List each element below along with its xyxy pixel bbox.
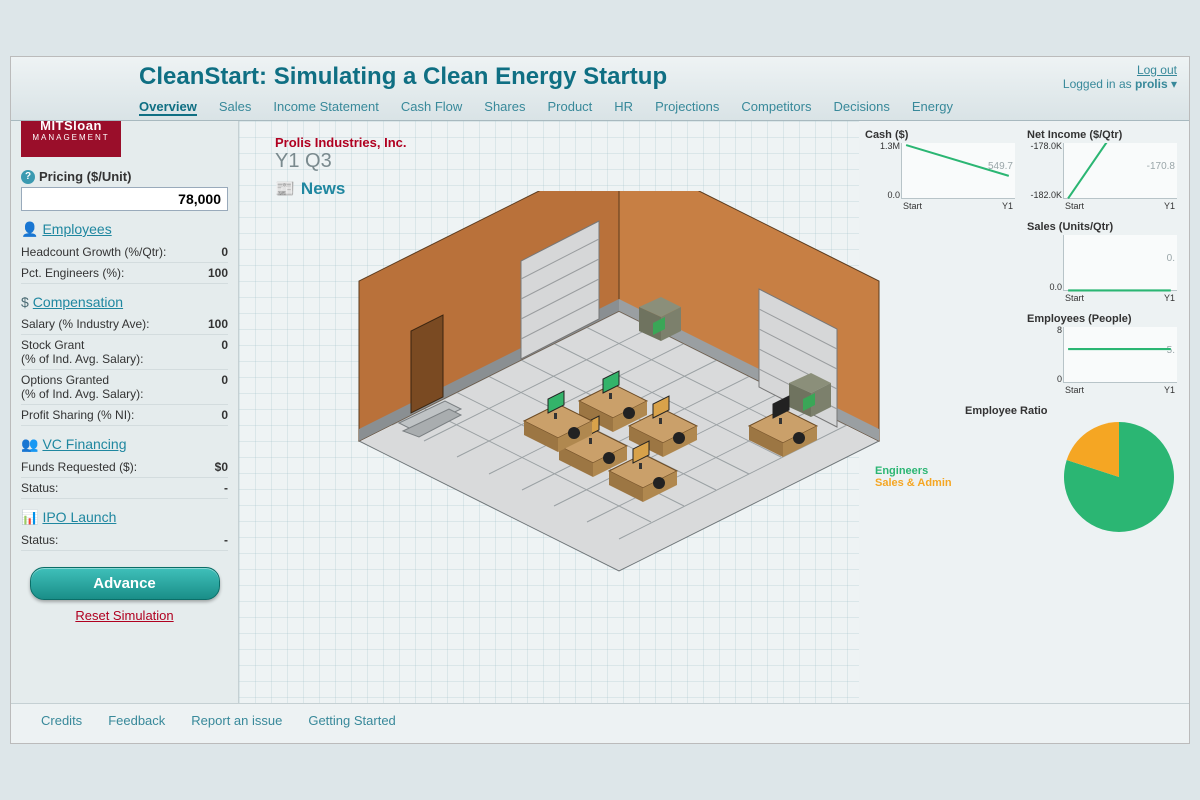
compensation-heading[interactable]: $Compensation	[21, 294, 228, 310]
nav-energy[interactable]: Energy	[912, 99, 953, 116]
chart-ratio-title: Employee Ratio	[965, 405, 1179, 417]
sidebar-row: Status:-	[21, 478, 228, 499]
logout-link[interactable]: Log out	[1137, 63, 1177, 77]
nav-shares[interactable]: Shares	[484, 99, 525, 116]
top-nav: Overview Sales Income Statement Cash Flow Sh…	[139, 99, 953, 116]
people-icon: 👥	[21, 436, 38, 453]
dollar-icon: $	[21, 294, 29, 310]
nav-decisions[interactable]: Decisions	[833, 99, 889, 116]
help-icon[interactable]: ?	[21, 170, 35, 184]
person-icon: 👤	[21, 221, 38, 238]
vc-heading[interactable]: 👥VC Financing	[21, 436, 228, 453]
chart-employee-ratio	[1059, 417, 1179, 537]
chart-net-income: Net Income ($/Qtr)-178.0K-182.0K-170.8St…	[1027, 129, 1177, 211]
sidebar-row: Pct. Engineers (%):100	[21, 263, 228, 284]
company-name: Prolis Industries, Inc.	[275, 135, 406, 150]
sidebar: ? Pricing ($/Unit) 👤Employees Headcount …	[11, 121, 239, 703]
sidebar-row: Stock Grant(% of Ind. Avg. Salary):0	[21, 335, 228, 370]
chart-employees: Employees (People)805.StartY1	[1027, 313, 1177, 395]
advance-button[interactable]: Advance	[30, 567, 220, 600]
ipo-heading[interactable]: 📊IPO Launch	[21, 509, 228, 526]
sidebar-row: Salary (% Industry Ave):100	[21, 314, 228, 335]
app-frame: MITSloan MANAGEMENT CleanStart: Simulati…	[10, 56, 1190, 744]
nav-income-statement[interactable]: Income Statement	[273, 99, 379, 116]
pricing-label: ? Pricing ($/Unit)	[21, 169, 228, 184]
nav-hr[interactable]: HR	[614, 99, 633, 116]
nav-overview[interactable]: Overview	[139, 99, 197, 116]
logo-text-2: MANAGEMENT	[21, 133, 121, 142]
newspaper-icon: 📰	[275, 179, 295, 199]
page-title: CleanStart: Simulating a Clean Energy St…	[139, 57, 1189, 91]
chart-cash: Cash ($)1.3M0.0549.7StartY1	[865, 129, 1015, 211]
footer: Credits Feedback Report an issue Getting St…	[11, 703, 1189, 737]
charts-panel: Cash ($)1.3M0.0549.7StartY1 Net Income (…	[859, 121, 1189, 703]
footer-report-an-issue[interactable]: Report an issue	[191, 713, 282, 728]
employees-heading[interactable]: 👤Employees	[21, 221, 228, 238]
nav-competitors[interactable]: Competitors	[741, 99, 811, 116]
logged-in-label: Logged in as prolis ▾	[1063, 77, 1177, 91]
sidebar-row: Headcount Growth (%/Qtr):0	[21, 242, 228, 263]
sidebar-row: Status:-	[21, 530, 228, 551]
nav-cash-flow[interactable]: Cash Flow	[401, 99, 462, 116]
nav-projections[interactable]: Projections	[655, 99, 719, 116]
nav-sales[interactable]: Sales	[219, 99, 252, 116]
sidebar-row: Funds Requested ($):$0	[21, 457, 228, 478]
pie-legend: Engineers Sales & Admin	[875, 465, 952, 489]
nav-product[interactable]: Product	[547, 99, 592, 116]
header: CleanStart: Simulating a Clean Energy St…	[11, 57, 1189, 121]
sidebar-row: Profit Sharing (% NI):0	[21, 405, 228, 426]
footer-feedback[interactable]: Feedback	[108, 713, 165, 728]
chart-sales: Sales (Units/Qtr)0.00.StartY1	[1027, 221, 1177, 303]
footer-getting-started[interactable]: Getting Started	[308, 713, 395, 728]
chart-icon: 📊	[21, 509, 38, 526]
isometric-office	[349, 191, 889, 621]
footer-credits[interactable]: Credits	[41, 713, 82, 728]
period-label: Y1 Q3	[275, 150, 406, 173]
main-canvas: Prolis Industries, Inc. Y1 Q3 📰 News	[239, 121, 859, 703]
sidebar-row: Options Granted(% of Ind. Avg. Salary):0	[21, 370, 228, 405]
reset-simulation-link[interactable]: Reset Simulation	[21, 608, 228, 623]
pricing-input[interactable]	[21, 187, 228, 211]
news-link[interactable]: 📰 News	[275, 179, 345, 199]
